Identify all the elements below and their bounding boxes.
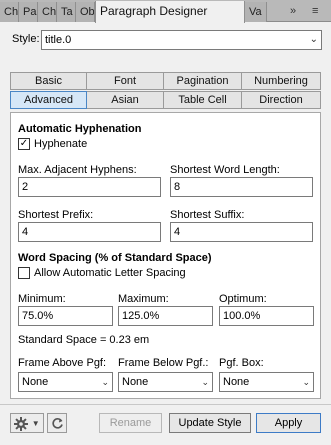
panel-tab-ob[interactable]: Ob	[76, 2, 95, 22]
hyphenate-label: Hyphenate	[34, 138, 88, 150]
minimum-label: Minimum:	[18, 293, 66, 305]
chevron-down-icon: ⌄	[101, 377, 109, 387]
pgf-box-select[interactable]: None ⌄	[219, 372, 314, 392]
maximum-input[interactable]: 125.0%	[118, 306, 213, 326]
tab-table-cell[interactable]: Table Cell	[163, 91, 242, 109]
allow-letter-spacing-checkbox[interactable]: Allow Automatic Letter Spacing	[18, 267, 186, 279]
hyphenate-checkbox[interactable]: ✓ Hyphenate	[18, 138, 87, 150]
hyphenate-checkbox-box[interactable]: ✓	[18, 138, 30, 150]
hyphenation-heading: Automatic Hyphenation	[18, 123, 142, 135]
apply-button[interactable]: Apply	[256, 413, 321, 433]
more-tabs-icon[interactable]: »	[290, 3, 296, 19]
tab-direction[interactable]: Direction	[241, 91, 321, 109]
shortest-word-length-label: Shortest Word Length:	[170, 164, 280, 176]
style-select[interactable]: title.0 ⌄	[41, 30, 322, 50]
tab-asian[interactable]: Asian	[86, 91, 164, 109]
max-adjacent-hyphens-label: Max. Adjacent Hyphens:	[18, 164, 137, 176]
shortest-suffix-label: Shortest Suffix:	[170, 209, 245, 221]
tab-font[interactable]: Font	[86, 72, 164, 90]
allow-letter-spacing-checkbox-box[interactable]	[18, 267, 30, 279]
word-spacing-heading: Word Spacing (% of Standard Space)	[18, 252, 212, 264]
optimum-input[interactable]: 100.0%	[219, 306, 314, 326]
chevron-down-icon: ⌄	[302, 377, 310, 387]
advanced-properties-pane: Automatic Hyphenation ✓ Hyphenate Max. A…	[10, 112, 321, 399]
allow-letter-spacing-label: Allow Automatic Letter Spacing	[34, 267, 186, 279]
footer-divider	[0, 404, 331, 405]
max-adjacent-hyphens-input[interactable]: 2	[18, 177, 161, 197]
chevron-down-icon: ▼	[31, 418, 40, 428]
tab-pagination[interactable]: Pagination	[163, 72, 242, 90]
chevron-down-icon: ⌄	[309, 34, 318, 45]
panel-tab-ta[interactable]: Ta	[57, 2, 76, 22]
shortest-suffix-input[interactable]: 4	[170, 222, 313, 242]
panel-tab-paragraph-designer[interactable]: Paragraph Designer	[95, 1, 245, 23]
style-label: Style:	[12, 33, 40, 45]
maximum-label: Maximum:	[118, 293, 169, 305]
frame-below-value: None	[122, 376, 149, 388]
frame-above-select[interactable]: None ⌄	[18, 372, 113, 392]
panel-menu-icon[interactable]: ≡	[312, 3, 318, 19]
panel-tab-pa[interactable]: Pa	[19, 2, 38, 22]
shortest-prefix-input[interactable]: 4	[18, 222, 161, 242]
refresh-icon	[51, 418, 63, 429]
shortest-prefix-label: Shortest Prefix:	[18, 209, 94, 221]
chevron-down-icon: ⌄	[201, 377, 209, 387]
tab-basic[interactable]: Basic	[10, 72, 87, 90]
settings-menu-button[interactable]: ▼	[10, 413, 44, 433]
update-style-button[interactable]: Update Style	[169, 413, 251, 433]
pgf-box-label: Pgf. Box:	[219, 357, 264, 369]
tab-numbering[interactable]: Numbering	[241, 72, 321, 90]
frame-below-label: Frame Below Pgf.:	[118, 357, 209, 369]
shortest-word-length-input[interactable]: 8	[170, 177, 313, 197]
panel-tab-strip: Ch Pa Ch Ta Ob Paragraph Designer Va » ≡	[0, 0, 331, 23]
minimum-input[interactable]: 75.0%	[18, 306, 113, 326]
frame-above-value: None	[22, 376, 49, 388]
style-select-value: title.0	[45, 34, 72, 46]
panel-tab-ch-1[interactable]: Ch	[0, 2, 19, 22]
optimum-label: Optimum:	[219, 293, 267, 305]
tab-advanced[interactable]: Advanced	[10, 91, 87, 109]
frame-below-select[interactable]: None ⌄	[118, 372, 213, 392]
pgf-box-value: None	[223, 376, 250, 388]
panel-tab-ch-2[interactable]: Ch	[38, 2, 57, 22]
rename-button[interactable]: Rename	[99, 413, 162, 433]
property-tabs: Basic Font Pagination Numbering Advanced…	[10, 72, 321, 109]
frame-above-label: Frame Above Pgf:	[18, 357, 107, 369]
gear-icon	[14, 416, 29, 431]
panel-tab-va[interactable]: Va	[245, 2, 267, 22]
standard-space-text: Standard Space = 0.23 em	[18, 334, 150, 346]
refresh-button[interactable]	[47, 413, 67, 433]
